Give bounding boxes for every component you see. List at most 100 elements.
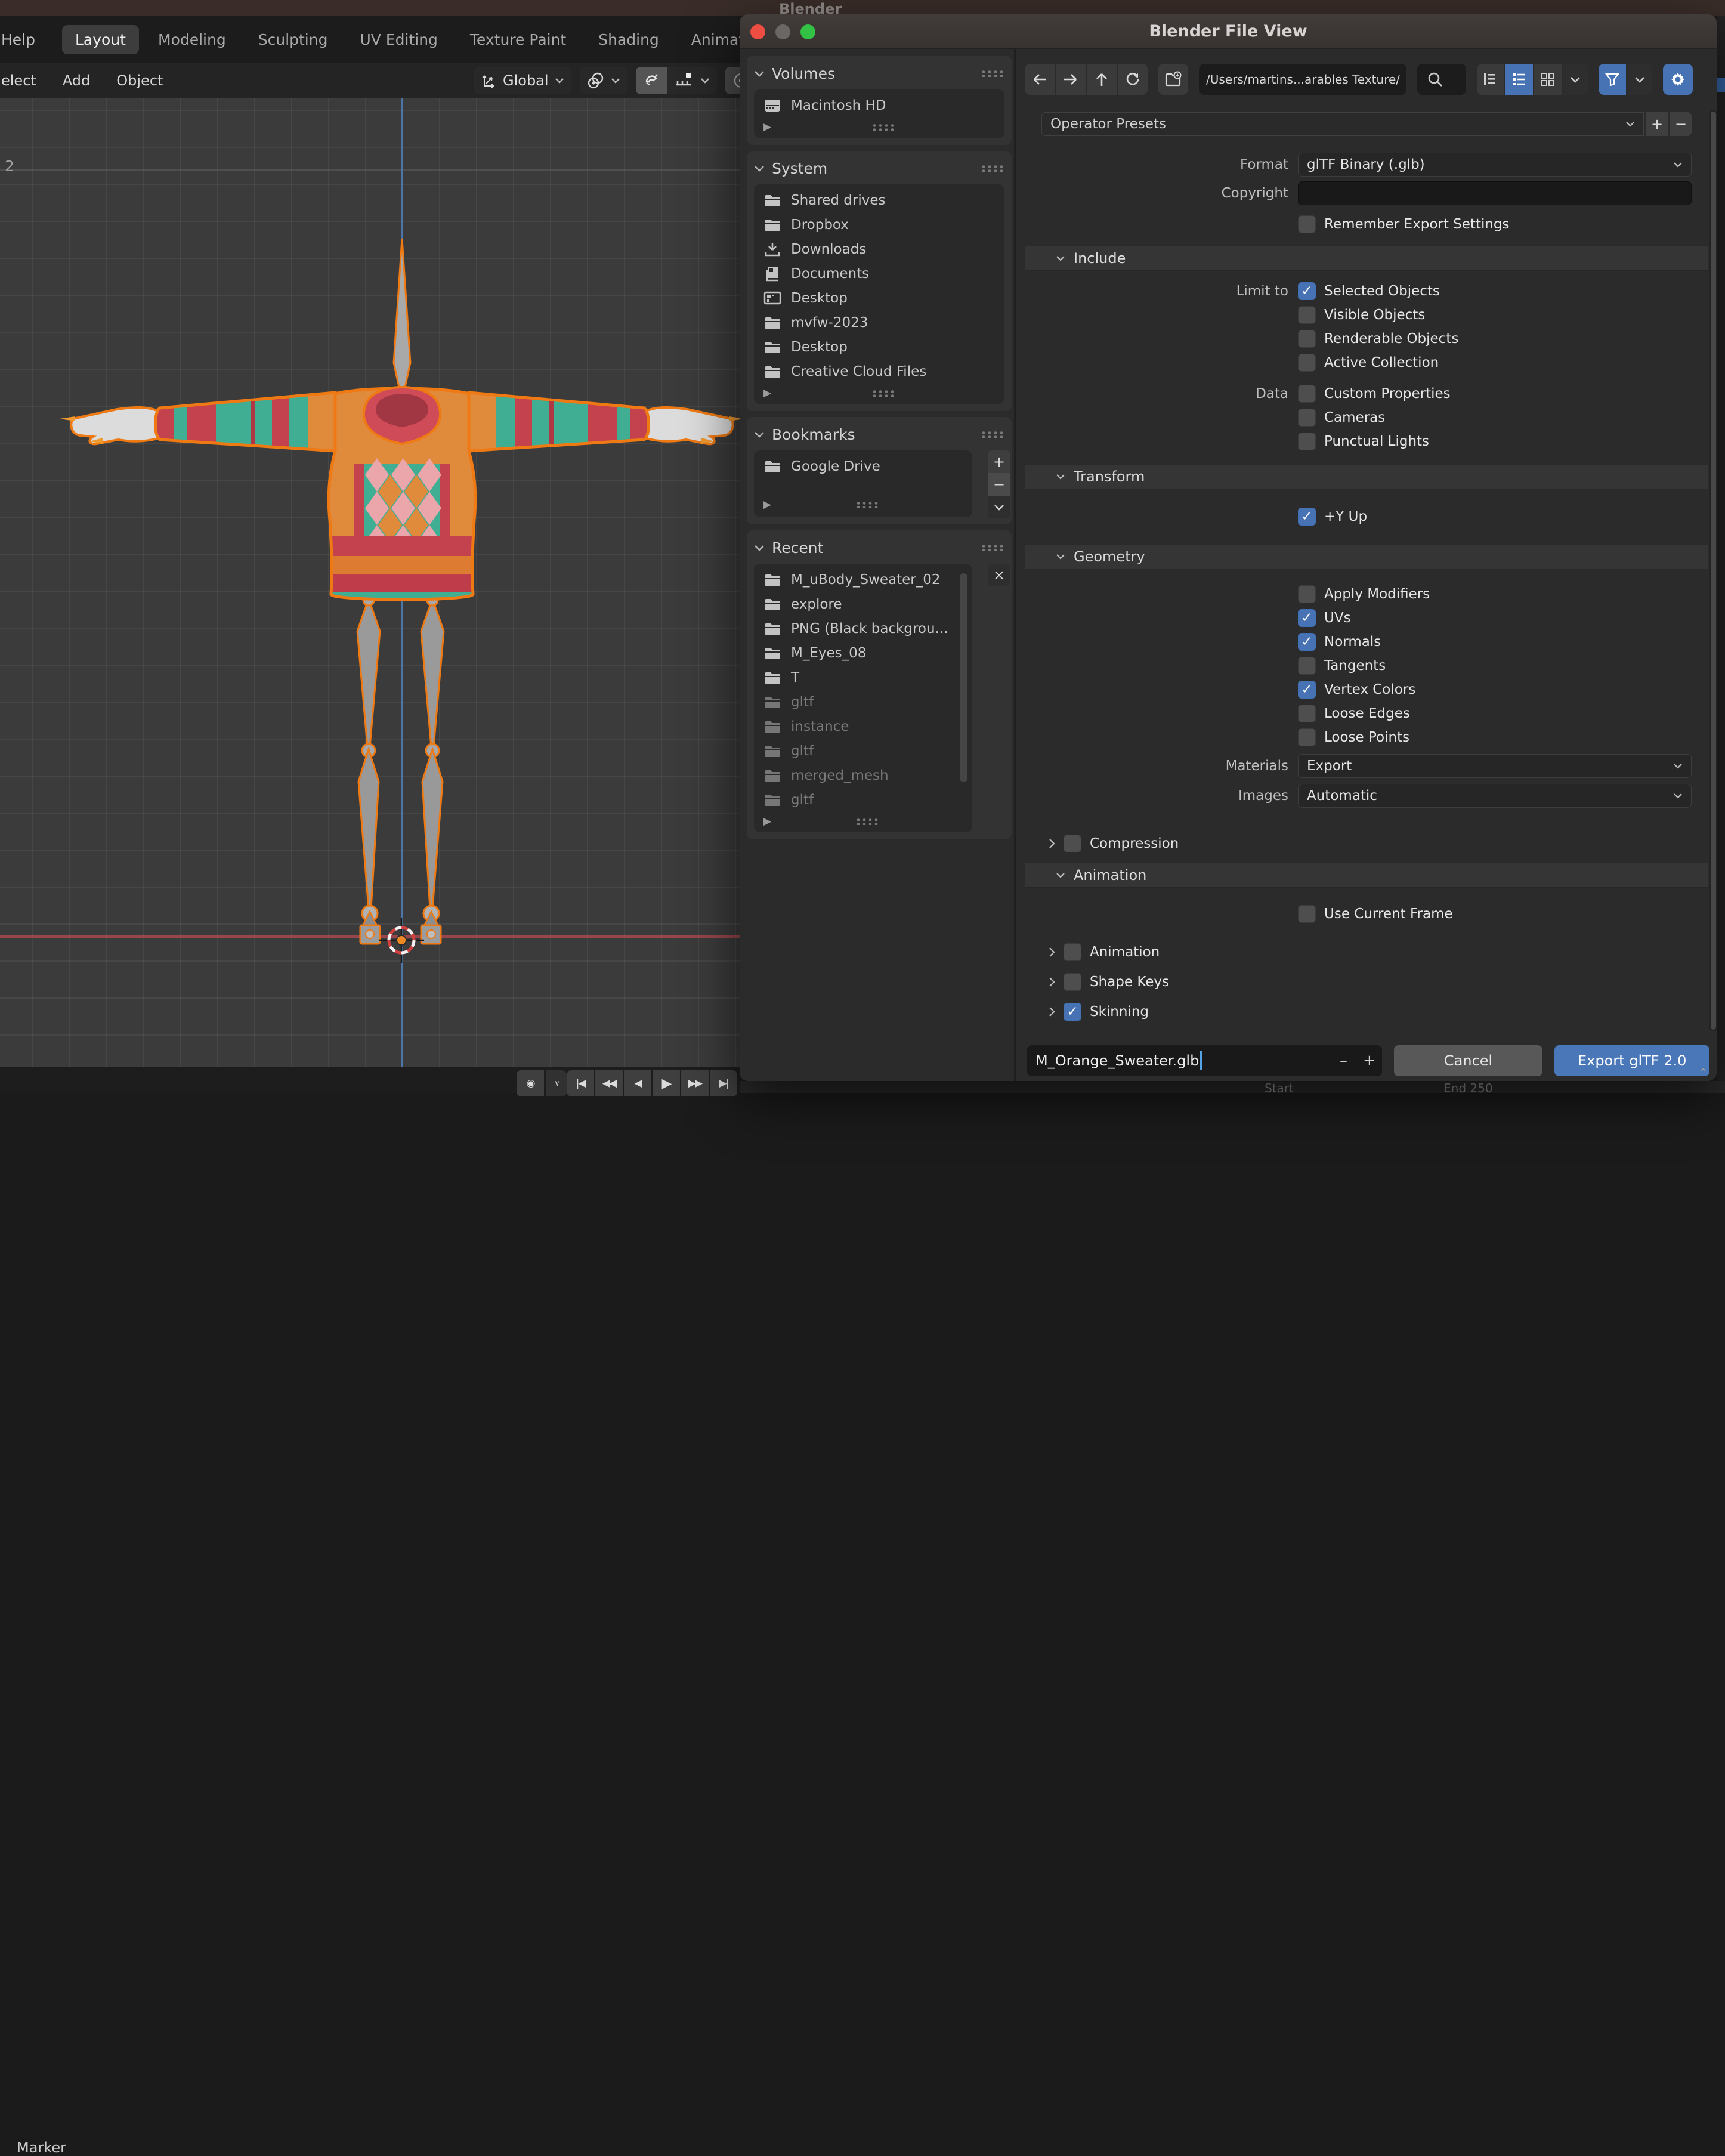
- compression-section-toggle[interactable]: ✓ Compression: [1041, 832, 1692, 855]
- recent-item[interactable]: T: [754, 665, 972, 690]
- card-grip[interactable]: [871, 390, 895, 397]
- jump-to-start-button[interactable]: |◀: [567, 1070, 594, 1096]
- next-keyframe-button[interactable]: ▶▶: [681, 1070, 709, 1096]
- display-options-chevron-icon[interactable]: [1563, 64, 1588, 95]
- prev-frame-button[interactable]: ◀: [624, 1070, 651, 1096]
- recent-header[interactable]: Recent: [754, 536, 1004, 559]
- animation-section-header[interactable]: Animation: [1025, 863, 1708, 888]
- recent-item[interactable]: PNG (Black backgrou...: [754, 616, 972, 641]
- recent-item[interactable]: merged_mesh: [754, 763, 972, 787]
- display-thumbnails-button[interactable]: [1534, 64, 1562, 95]
- panel-grip[interactable]: [981, 165, 1004, 172]
- tab-layout[interactable]: Layout: [62, 24, 139, 54]
- remove-bookmark-button[interactable]: −: [988, 473, 1010, 496]
- tangents-checkbox[interactable]: ✓: [1298, 657, 1316, 675]
- recent-item[interactable]: M_Eyes_08: [754, 641, 972, 665]
- export-gltf-button[interactable]: Export glTF 2.0: [1554, 1045, 1709, 1076]
- compression-checkbox[interactable]: ✓: [1064, 835, 1081, 852]
- skinning-checkbox[interactable]: ✓: [1064, 1003, 1081, 1021]
- format-dropdown[interactable]: glTF Binary (.glb): [1298, 153, 1692, 177]
- images-dropdown[interactable]: Automatic: [1298, 784, 1692, 808]
- file-path-input[interactable]: /Users/martins...arables Texture/: [1199, 64, 1406, 95]
- cameras-checkbox[interactable]: ✓: [1298, 409, 1316, 427]
- renderable-objects-checkbox[interactable]: ✓: [1298, 330, 1316, 348]
- close-window-button[interactable]: [750, 24, 765, 39]
- footer-expand-chevron-icon[interactable]: ⌃: [1698, 1065, 1708, 1080]
- system-item-documents[interactable]: Documents: [754, 261, 1004, 286]
- system-header[interactable]: System: [754, 157, 1004, 180]
- tab-uv-editing[interactable]: UV Editing: [347, 25, 450, 54]
- system-item-shared-drives[interactable]: Shared drives: [754, 188, 1004, 212]
- bookmarks-header[interactable]: Bookmarks: [754, 423, 1004, 446]
- card-grip[interactable]: [855, 818, 879, 825]
- shape-keys-checkbox[interactable]: ✓: [1064, 973, 1081, 991]
- panel-grip[interactable]: [981, 70, 1004, 77]
- filter-button[interactable]: [1599, 64, 1626, 95]
- animation-sub-toggle[interactable]: ✓ Animation: [1041, 940, 1692, 964]
- transform-orientation-dropdown[interactable]: Global: [474, 67, 571, 94]
- back-button[interactable]: [1025, 64, 1055, 95]
- dialog-titlebar[interactable]: Blender File View: [740, 14, 1717, 49]
- menu-add[interactable]: Add: [63, 72, 90, 89]
- recent-scrollbar[interactable]: [960, 573, 967, 782]
- operator-presets-dropdown[interactable]: Operator Presets: [1041, 112, 1644, 136]
- remove-preset-button[interactable]: −: [1670, 112, 1692, 136]
- visible-objects-checkbox[interactable]: ✓: [1298, 306, 1316, 324]
- marker-label[interactable]: Marker: [17, 2139, 66, 2156]
- volumes-header[interactable]: Volumes: [754, 62, 1004, 85]
- settings-scrollbar[interactable]: [1709, 110, 1717, 1031]
- panel-grip[interactable]: [981, 431, 1004, 438]
- loose-edges-checkbox[interactable]: ✓: [1298, 705, 1316, 722]
- materials-dropdown[interactable]: Export: [1298, 754, 1692, 778]
- volume-item-macintosh-hd[interactable]: Macintosh HD: [754, 93, 1004, 118]
- geometry-section-header[interactable]: Geometry: [1025, 544, 1708, 569]
- parent-directory-button[interactable]: [1087, 64, 1117, 95]
- card-grip[interactable]: [871, 123, 895, 131]
- add-bookmark-button[interactable]: +: [988, 450, 1010, 473]
- system-item-dropbox[interactable]: Dropbox: [754, 212, 1004, 237]
- apply-modifiers-checkbox[interactable]: ✓: [1298, 585, 1316, 603]
- recent-item[interactable]: M_uBody_Sweater_02: [754, 567, 972, 592]
- clear-recent-button[interactable]: ×: [988, 564, 1010, 586]
- filename-input[interactable]: M_Orange_Sweater.glb – +: [1027, 1045, 1382, 1076]
- menu-object[interactable]: Object: [116, 72, 163, 89]
- expand-triangle-icon[interactable]: ▶: [763, 499, 771, 511]
- record-options-chevron-icon[interactable]: ∨: [546, 1070, 567, 1096]
- recent-item[interactable]: explore: [754, 592, 972, 616]
- skinning-toggle[interactable]: ✓ Skinning: [1041, 1000, 1692, 1024]
- refresh-button[interactable]: [1118, 64, 1148, 95]
- display-detailed-list-button[interactable]: [1505, 64, 1533, 95]
- filter-options-chevron-icon[interactable]: [1627, 64, 1652, 95]
- punctual-lights-checkbox[interactable]: ✓: [1298, 433, 1316, 450]
- display-vertical-list-button[interactable]: [1477, 64, 1504, 95]
- vertex-colors-checkbox[interactable]: ✓: [1298, 681, 1316, 699]
- recent-item[interactable]: gltf: [754, 690, 972, 714]
- expand-triangle-icon[interactable]: ▶: [763, 121, 771, 133]
- cancel-button[interactable]: Cancel: [1393, 1045, 1543, 1076]
- copyright-input[interactable]: [1298, 181, 1692, 205]
- tab-texture-paint[interactable]: Texture Paint: [457, 25, 579, 54]
- animation-checkbox[interactable]: ✓: [1064, 943, 1081, 961]
- tab-shading[interactable]: Shading: [585, 25, 672, 54]
- system-item-mvfw-2023[interactable]: mvfw-2023: [754, 310, 1004, 335]
- active-collection-checkbox[interactable]: ✓: [1298, 354, 1316, 372]
- panel-grip[interactable]: [981, 544, 1004, 551]
- system-item-downloads[interactable]: Downloads: [754, 237, 1004, 261]
- forward-button[interactable]: [1056, 64, 1086, 95]
- settings-gear-button[interactable]: [1663, 64, 1693, 95]
- zoom-window-button[interactable]: [800, 24, 815, 39]
- bookmark-item-google-drive[interactable]: Google Drive: [754, 454, 972, 478]
- sidebar-divider[interactable]: [1014, 49, 1016, 1081]
- prev-keyframe-button[interactable]: ◀◀: [595, 1070, 623, 1096]
- expand-triangle-icon[interactable]: ▶: [763, 387, 771, 399]
- include-section-header[interactable]: Include: [1025, 246, 1708, 271]
- menu-select-partial[interactable]: elect: [1, 72, 36, 89]
- normals-checkbox[interactable]: ✓: [1298, 633, 1316, 651]
- recent-item[interactable]: gltf: [754, 787, 972, 812]
- use-current-frame-checkbox[interactable]: ✓: [1298, 905, 1316, 923]
- remember-export-settings-checkbox[interactable]: ✓: [1298, 215, 1316, 233]
- snap-toggle-button[interactable]: [635, 67, 667, 94]
- filename-decrement-button[interactable]: –: [1340, 1052, 1347, 1070]
- menu-help[interactable]: Help: [1, 31, 48, 48]
- transform-section-header[interactable]: Transform: [1025, 464, 1708, 489]
